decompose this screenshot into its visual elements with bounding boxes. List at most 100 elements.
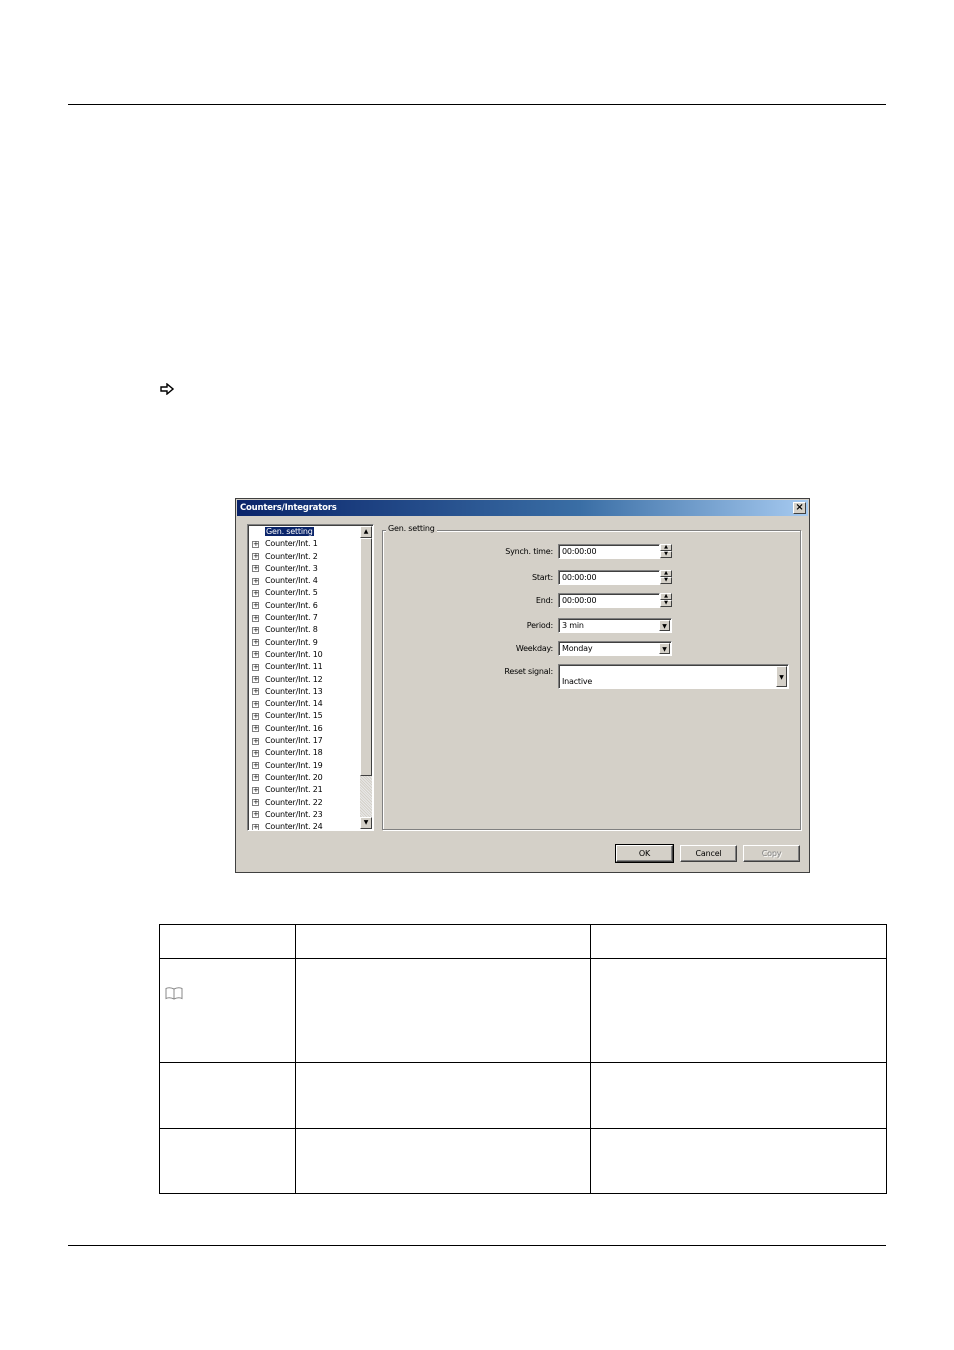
tree-list: Gen. setting + Counter/Int. 1 + Counter/Int.… xyxy=(250,526,360,830)
end-input[interactable]: 00:00:00 xyxy=(558,593,660,608)
expand-plus-icon[interactable]: + xyxy=(252,688,259,696)
spin-up-icon[interactable]: ▲ xyxy=(660,544,672,551)
tree-item[interactable]: + Counter/Int. 13 xyxy=(250,686,360,698)
expand-plus-icon[interactable]: + xyxy=(252,823,259,830)
tree-item-label: Counter/Int. 1 xyxy=(265,539,318,549)
book-icon xyxy=(165,987,183,1000)
tree-item[interactable]: Gen. setting xyxy=(250,526,360,538)
tree-item-label: Counter/Int. 4 xyxy=(265,576,318,586)
tree-item[interactable]: + Counter/Int. 19 xyxy=(250,760,360,772)
tree-item[interactable]: + Counter/Int. 22 xyxy=(250,797,360,809)
tree-item[interactable]: + Counter/Int. 2 xyxy=(250,551,360,563)
tree-item[interactable]: + Counter/Int. 17 xyxy=(250,735,360,747)
tree-item[interactable]: + Counter/Int. 20 xyxy=(250,772,360,784)
expand-plus-icon[interactable]: + xyxy=(252,725,259,733)
spin-up-icon[interactable]: ▲ xyxy=(660,570,672,577)
tree-item[interactable]: + Counter/Int. 23 xyxy=(250,809,360,821)
expand-plus-icon[interactable]: + xyxy=(252,602,259,610)
tree-item-label: Counter/Int. 2 xyxy=(265,551,318,561)
expand-plus-icon[interactable]: + xyxy=(252,737,259,745)
copy-button[interactable]: Copy xyxy=(743,845,800,862)
spin-down-icon[interactable]: ▼ xyxy=(660,551,672,558)
start-input[interactable]: 00:00:00 xyxy=(558,570,660,585)
tree-item[interactable]: + Counter/Int. 15 xyxy=(250,710,360,722)
tree-item[interactable]: + Counter/Int. 21 xyxy=(250,784,360,796)
tree-item-label: Counter/Int. 23 xyxy=(265,809,323,819)
spin-up-icon[interactable]: ▲ xyxy=(660,593,672,600)
scroll-up-button[interactable]: ▲ xyxy=(360,526,372,538)
scroll-down-button[interactable]: ▼ xyxy=(360,817,372,829)
expand-plus-icon[interactable]: + xyxy=(252,799,259,807)
chevron-down-icon[interactable]: ▼ xyxy=(776,666,787,687)
chevron-down-icon[interactable]: ▼ xyxy=(659,620,670,631)
tree-item-label: Counter/Int. 18 xyxy=(265,748,323,758)
table-cell xyxy=(590,924,887,959)
expand-plus-icon[interactable]: + xyxy=(252,663,259,671)
expand-plus-icon[interactable]: + xyxy=(252,553,259,561)
ok-button[interactable]: OK xyxy=(615,844,674,863)
expand-plus-icon[interactable]: + xyxy=(252,565,259,573)
synch-time-input[interactable]: 00:00:00 xyxy=(558,544,660,559)
tree-item[interactable]: + Counter/Int. 18 xyxy=(250,747,360,759)
tree-item[interactable]: + Counter/Int. 6 xyxy=(250,600,360,612)
reset-signal-select[interactable]: Inactive ▼ xyxy=(558,664,789,689)
expand-plus-icon[interactable]: + xyxy=(252,540,259,548)
expand-plus-icon[interactable]: + xyxy=(252,639,259,647)
table-cell xyxy=(159,1062,296,1129)
tree-item[interactable]: + Counter/Int. 12 xyxy=(250,674,360,686)
tree-item[interactable]: + Counter/Int. 11 xyxy=(250,661,360,673)
weekday-select[interactable]: Monday ▼ xyxy=(558,641,672,656)
expand-plus-icon[interactable]: + xyxy=(252,676,259,684)
tree-scrollbar[interactable]: ▲ ▼ xyxy=(360,526,372,829)
expand-plus-icon[interactable]: + xyxy=(252,762,259,770)
tree-item-label: Counter/Int. 19 xyxy=(265,760,323,770)
scroll-down-arrow-icon: ▼ xyxy=(363,819,369,826)
scroll-thumb[interactable] xyxy=(360,538,372,776)
tree-item[interactable]: + Counter/Int. 8 xyxy=(250,624,360,636)
tree-item[interactable]: + Counter/Int. 16 xyxy=(250,723,360,735)
spin-down-icon[interactable]: ▼ xyxy=(660,577,672,584)
settings-tree[interactable]: Gen. setting + Counter/Int. 1 + Counter/Int.… xyxy=(247,524,374,831)
close-button[interactable]: × xyxy=(793,502,806,514)
expand-plus-icon[interactable]: + xyxy=(252,589,259,597)
expand-plus-icon[interactable]: + xyxy=(252,749,259,757)
chevron-down-icon[interactable]: ▼ xyxy=(659,643,670,654)
tree-item[interactable]: + Counter/Int. 3 xyxy=(250,563,360,575)
period-select[interactable]: 3 min ▼ xyxy=(558,618,672,633)
tree-item[interactable]: + Counter/Int. 4 xyxy=(250,575,360,587)
expand-plus-icon[interactable]: + xyxy=(252,626,259,634)
expand-plus-icon[interactable]: + xyxy=(252,577,259,585)
expand-plus-icon[interactable]: + xyxy=(252,786,259,794)
period-value: 3 min xyxy=(562,621,584,630)
footer-rule xyxy=(68,1245,886,1246)
period-label: Period: xyxy=(526,621,553,630)
cancel-button[interactable]: Cancel xyxy=(680,845,737,862)
table-cell xyxy=(590,1128,887,1194)
expand-plus-icon[interactable]: + xyxy=(252,651,259,659)
expand-plus-icon[interactable]: + xyxy=(252,700,259,708)
expand-plus-icon[interactable]: + xyxy=(252,712,259,720)
description-table xyxy=(159,924,887,1194)
expand-plus-icon[interactable]: + xyxy=(252,614,259,622)
tree-item[interactable]: + Counter/Int. 24 xyxy=(250,821,360,830)
tree-item[interactable]: + Counter/Int. 9 xyxy=(250,637,360,649)
end-spinner[interactable]: ▲ ▼ xyxy=(660,593,672,608)
tree-item[interactable]: + Counter/Int. 14 xyxy=(250,698,360,710)
tree-item-label: Counter/Int. 20 xyxy=(265,772,323,782)
tree-item-label: Counter/Int. 7 xyxy=(265,613,318,623)
tree-item[interactable]: + Counter/Int. 1 xyxy=(250,538,360,550)
tree-item-label: Counter/Int. 16 xyxy=(265,723,323,733)
tree-item-label: Counter/Int. 22 xyxy=(265,797,323,807)
tree-item[interactable]: + Counter/Int. 5 xyxy=(250,587,360,599)
dialog-titlebar: Counters/Integrators × xyxy=(237,500,808,516)
table-cell xyxy=(159,958,296,1063)
scroll-up-arrow-icon: ▲ xyxy=(363,528,369,535)
group-title: Gen. setting xyxy=(386,524,437,533)
tree-item[interactable]: + Counter/Int. 10 xyxy=(250,649,360,661)
expand-plus-icon[interactable]: + xyxy=(252,811,259,819)
spin-down-icon[interactable]: ▼ xyxy=(660,600,672,607)
expand-plus-icon[interactable]: + xyxy=(252,774,259,782)
synch-time-spinner[interactable]: ▲ ▼ xyxy=(660,544,672,559)
start-spinner[interactable]: ▲ ▼ xyxy=(660,570,672,585)
tree-item[interactable]: + Counter/Int. 7 xyxy=(250,612,360,624)
